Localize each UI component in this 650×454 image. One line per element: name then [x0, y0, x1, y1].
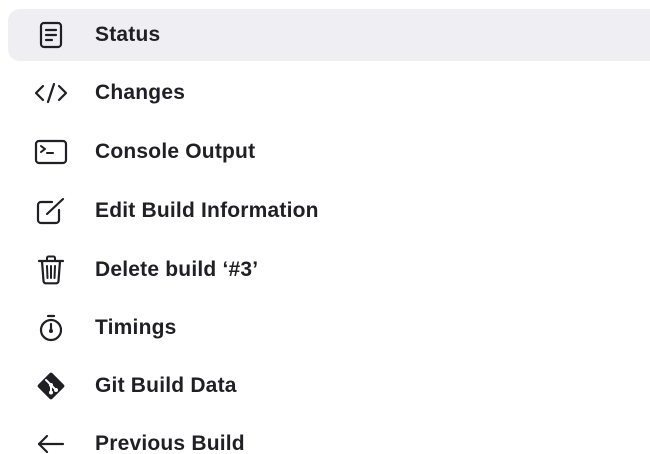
menu-item-git-build-data[interactable]: Git Build Data — [8, 360, 650, 412]
edit-icon — [34, 194, 68, 228]
code-icon — [34, 76, 68, 110]
menu-item-status[interactable]: Status — [8, 9, 650, 61]
menu-item-label: Status — [95, 23, 161, 46]
trash-icon — [34, 253, 68, 287]
build-side-menu: Status Changes Console Output Edit Build… — [0, 0, 650, 454]
menu-item-timings[interactable]: Timings — [8, 302, 650, 354]
menu-item-edit-build-information[interactable]: Edit Build Information — [8, 185, 650, 237]
menu-item-label: Delete build ‘#3’ — [95, 258, 259, 281]
terminal-icon — [34, 135, 68, 169]
menu-item-label: Edit Build Information — [95, 199, 319, 222]
menu-item-label: Previous Build — [95, 432, 245, 454]
menu-item-label: Git Build Data — [95, 374, 237, 397]
menu-item-label: Timings — [95, 316, 177, 339]
stopwatch-icon — [34, 311, 68, 345]
menu-item-delete-build[interactable]: Delete build ‘#3’ — [8, 244, 650, 296]
git-icon — [34, 369, 68, 403]
menu-item-console-output[interactable]: Console Output — [8, 126, 650, 178]
menu-item-label: Changes — [95, 81, 186, 104]
arrow-left-icon — [34, 427, 68, 454]
menu-item-changes[interactable]: Changes — [8, 67, 650, 119]
menu-item-previous-build[interactable]: Previous Build — [8, 418, 650, 454]
menu-item-label: Console Output — [95, 140, 256, 163]
document-icon — [34, 18, 68, 52]
